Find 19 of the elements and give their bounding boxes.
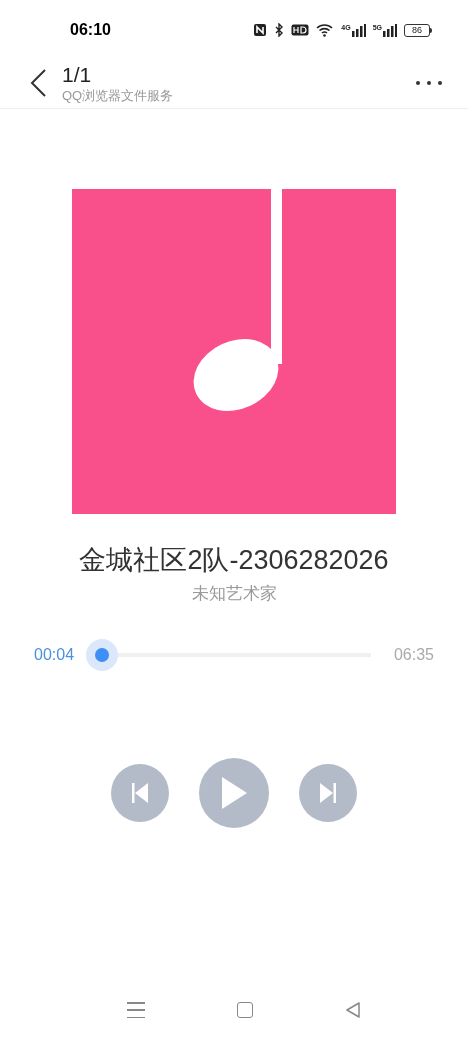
status-time: 06:10	[70, 20, 111, 40]
back-nav-button[interactable]	[345, 1001, 361, 1019]
elapsed-time: 00:04	[34, 645, 76, 665]
track-title: 金城社区2队-2306282026	[79, 544, 389, 577]
page-title: 1/1	[62, 62, 93, 87]
home-button[interactable]	[237, 1002, 253, 1018]
bluetooth-icon	[274, 23, 285, 37]
skip-forward-icon	[318, 782, 338, 804]
progress-thumb[interactable]	[85, 639, 118, 671]
skip-back-icon	[130, 782, 150, 804]
play-icon	[220, 776, 248, 810]
nfc-icon	[253, 23, 268, 37]
menu-button[interactable]	[127, 1002, 145, 1018]
battery-icon: 86	[404, 23, 432, 37]
track-artist: 未知艺术家	[191, 583, 277, 605]
wifi-icon	[316, 23, 335, 37]
hd-icon	[291, 24, 310, 36]
page-subtitle: QQ浏览器文件服务	[62, 86, 175, 104]
total-time: 06:35	[393, 645, 434, 665]
